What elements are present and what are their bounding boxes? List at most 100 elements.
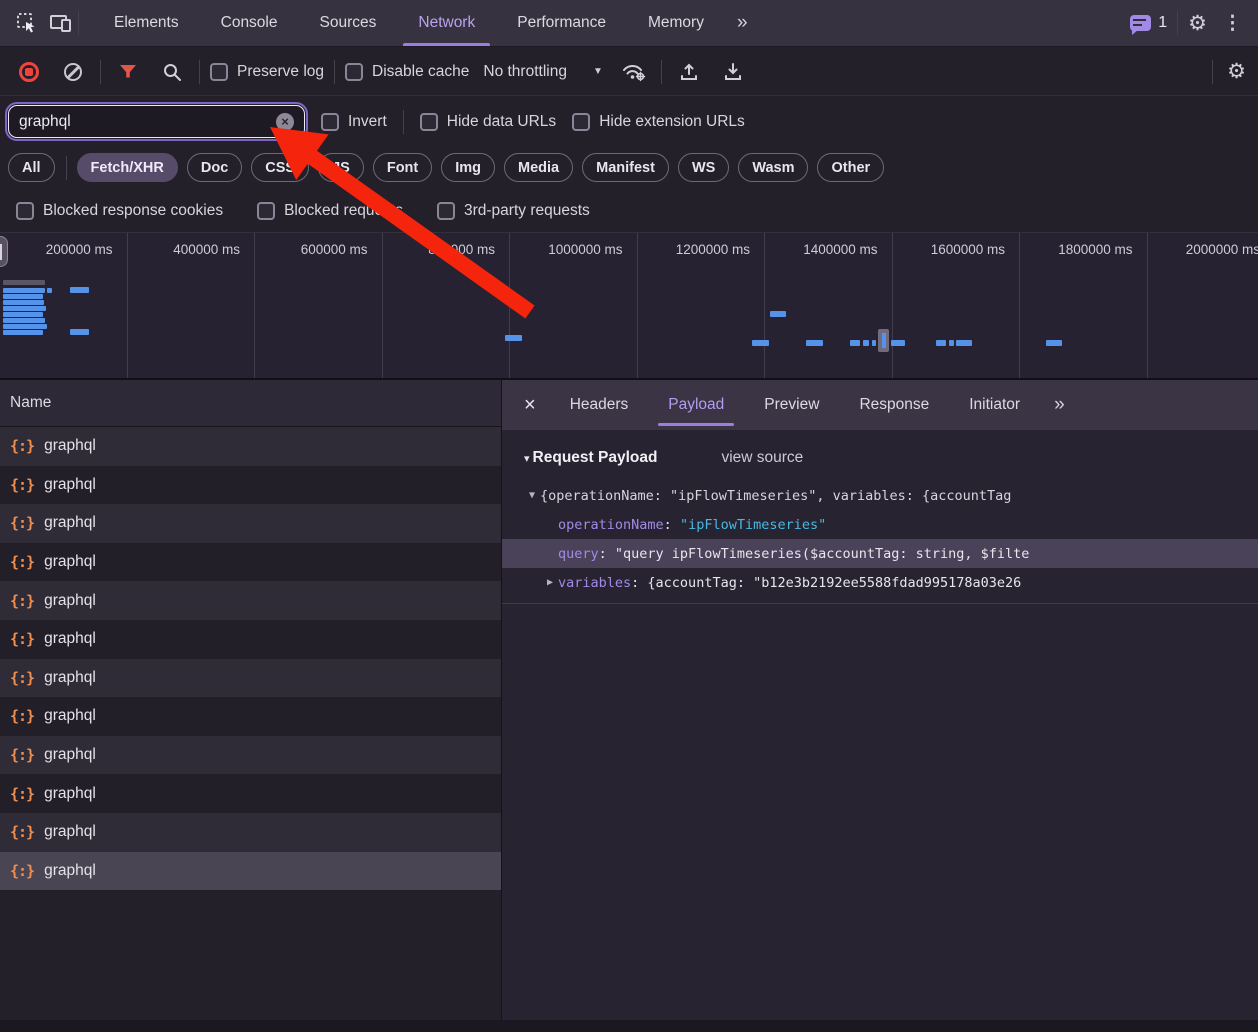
filter-icon[interactable]	[111, 55, 145, 89]
filter-input[interactable]: graphql ×	[8, 105, 305, 138]
filter-chip-doc[interactable]: Doc	[187, 153, 242, 182]
timeline-request-bar	[956, 340, 972, 346]
checkbox[interactable]	[16, 202, 34, 220]
view-source-link[interactable]: view source	[721, 449, 803, 467]
checkbox[interactable]	[437, 202, 455, 220]
timeline-column: 1800000 ms	[1020, 233, 1148, 380]
detail-tab-payload[interactable]: Payload	[648, 380, 744, 430]
network-overview-timeline[interactable]: 200000 ms400000 ms600000 ms800000 ms1000…	[0, 233, 1258, 380]
clear-filter-icon[interactable]: ×	[276, 113, 294, 131]
export-har-icon[interactable]	[716, 55, 750, 89]
table-row[interactable]: {:}graphql	[0, 427, 501, 466]
import-har-icon[interactable]	[672, 55, 706, 89]
blocked-requests-checkbox[interactable]: Blocked requests	[257, 202, 403, 220]
fetch-json-icon: {:}	[10, 437, 34, 455]
tab-console[interactable]: Console	[200, 0, 299, 46]
clear-network-log-button[interactable]	[56, 55, 90, 89]
table-row[interactable]: {:}graphql	[0, 543, 501, 582]
disable-cache-checkbox[interactable]: Disable cache	[345, 63, 469, 81]
request-name: graphql	[44, 592, 96, 610]
payload-row-variables[interactable]: ▶ variables : {accountTag: "b12e3b2192ee…	[502, 568, 1258, 597]
table-row[interactable]: {:}graphql	[0, 736, 501, 775]
checkbox[interactable]	[210, 63, 228, 81]
tab-sources[interactable]: Sources	[299, 0, 398, 46]
payload-row-query[interactable]: query : "query ipFlowTimeseries($account…	[502, 539, 1258, 568]
hide-extension-urls-checkbox[interactable]: Hide extension URLs	[572, 113, 745, 131]
tab-network[interactable]: Network	[397, 0, 496, 46]
filter-chip-ws[interactable]: WS	[678, 153, 729, 182]
table-row[interactable]: {:}graphql	[0, 620, 501, 659]
payload-row-operation-name[interactable]: operationName : "ipFlowTimeseries"	[502, 510, 1258, 539]
timeline-tick-label: 2000000 ms	[1186, 242, 1258, 380]
checkbox[interactable]	[257, 202, 275, 220]
name-column-header[interactable]: Name	[0, 380, 501, 427]
timeline-column: 600000 ms	[255, 233, 383, 380]
expanded-triangle-icon[interactable]: ▼	[524, 490, 540, 501]
table-row[interactable]: {:}graphql	[0, 774, 501, 813]
request-name: graphql	[44, 707, 96, 725]
timeline-request-bar	[70, 329, 89, 335]
detail-tabs: HeadersPayloadPreviewResponseInitiator	[550, 380, 1040, 430]
inspect-element-icon[interactable]	[10, 6, 44, 40]
kebab-menu-icon[interactable]: ⋮	[1217, 12, 1248, 35]
table-row[interactable]: {:}graphql	[0, 813, 501, 852]
checkbox[interactable]	[345, 63, 363, 81]
network-filter-bar: graphql × Invert Hide data URLs Hide ext…	[0, 97, 1258, 146]
filter-chip-manifest[interactable]: Manifest	[582, 153, 669, 182]
payload-summary-row[interactable]: ▼ {operationName: "ipFlowTimeseries", va…	[502, 481, 1258, 510]
preserve-log-checkbox[interactable]: Preserve log	[210, 63, 324, 81]
filter-chip-css[interactable]: CSS	[251, 153, 309, 182]
checkbox[interactable]	[420, 113, 438, 131]
detail-tab-initiator[interactable]: Initiator	[949, 380, 1040, 430]
collapse-triangle-icon[interactable]: ▾	[524, 452, 530, 465]
record-network-log-button[interactable]	[12, 55, 46, 89]
detail-tab-response[interactable]: Response	[839, 380, 949, 430]
timeline-request-bar	[47, 288, 52, 293]
timeline-request-bar	[3, 280, 45, 285]
detail-tab-preview[interactable]: Preview	[744, 380, 839, 430]
settings-gear-icon[interactable]: ⚙	[1188, 13, 1207, 34]
filter-chip-fetch-xhr[interactable]: Fetch/XHR	[77, 153, 178, 182]
table-row[interactable]: {:}graphql	[0, 466, 501, 505]
request-name: graphql	[44, 823, 96, 841]
timeline-request-bar	[3, 300, 44, 305]
table-row[interactable]: {:}graphql	[0, 504, 501, 543]
filter-input-value[interactable]: graphql	[19, 113, 268, 131]
detail-tab-headers[interactable]: Headers	[550, 380, 649, 430]
tab-memory[interactable]: Memory	[627, 0, 725, 46]
hide-data-urls-checkbox[interactable]: Hide data URLs	[420, 113, 556, 131]
filter-chip-img[interactable]: Img	[441, 153, 495, 182]
timeline-tick-label: 600000 ms	[301, 242, 368, 380]
third-party-requests-checkbox[interactable]: 3rd-party requests	[437, 202, 590, 220]
collapsed-triangle-icon[interactable]: ▶	[542, 577, 558, 588]
payload-panel: ▾ Request Payload view source ▼ {operati…	[502, 430, 1258, 604]
filter-chip-media[interactable]: Media	[504, 153, 573, 182]
blocked-response-cookies-checkbox[interactable]: Blocked response cookies	[16, 202, 223, 220]
device-toolbar-icon[interactable]	[44, 6, 78, 40]
network-conditions-icon[interactable]	[617, 55, 651, 89]
more-filters-row: Blocked response cookies Blocked request…	[0, 189, 1258, 233]
throttling-dropdown[interactable]: No throttling ▼	[479, 63, 606, 81]
table-row[interactable]: {:}graphql	[0, 852, 501, 891]
search-icon[interactable]	[155, 55, 189, 89]
table-row[interactable]: {:}graphql	[0, 659, 501, 698]
more-panels-icon[interactable]: »	[725, 12, 760, 34]
timeline-drag-handle[interactable]	[0, 236, 8, 267]
filter-chip-other[interactable]: Other	[817, 153, 884, 182]
fetch-json-icon: {:}	[10, 476, 34, 494]
filter-chip-js[interactable]: JS	[318, 153, 364, 182]
table-row[interactable]: {:}graphql	[0, 581, 501, 620]
filter-chip-wasm[interactable]: Wasm	[738, 153, 808, 182]
close-icon[interactable]: ×	[516, 394, 550, 417]
network-settings-gear-icon[interactable]: ⚙	[1227, 61, 1246, 82]
checkbox[interactable]	[321, 113, 339, 131]
filter-chip-font[interactable]: Font	[373, 153, 432, 182]
more-detail-tabs-icon[interactable]: »	[1044, 394, 1075, 416]
filter-chip-all[interactable]: All	[8, 153, 55, 182]
table-row[interactable]: {:}graphql	[0, 697, 501, 736]
checkbox[interactable]	[572, 113, 590, 131]
invert-checkbox[interactable]: Invert	[321, 113, 387, 131]
tab-performance[interactable]: Performance	[496, 0, 627, 46]
tab-elements[interactable]: Elements	[93, 0, 200, 46]
issues-counter[interactable]: 1	[1130, 14, 1167, 32]
